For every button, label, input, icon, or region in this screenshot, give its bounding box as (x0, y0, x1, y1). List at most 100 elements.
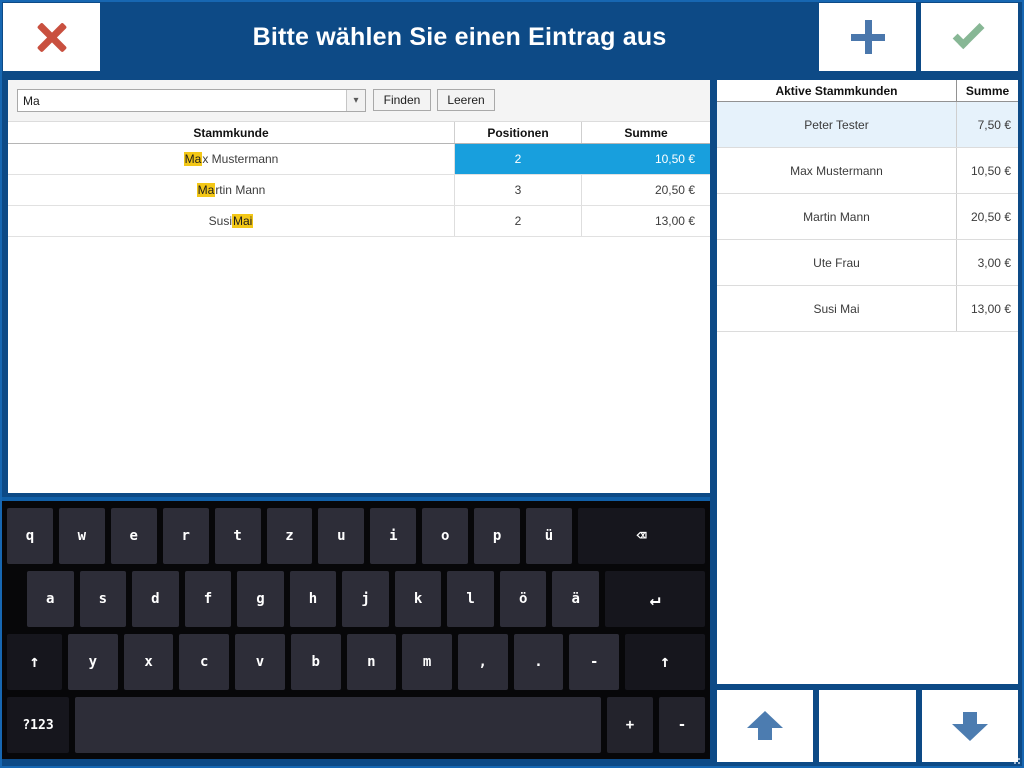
plus-icon (849, 18, 887, 56)
key-r[interactable]: r (163, 508, 209, 564)
list-item[interactable]: Peter Tester 7,50 € (717, 102, 1018, 148)
keyboard-row-1: q w e r t z u i o p ü ⌫ (7, 508, 705, 564)
plus-key[interactable]: + (607, 697, 653, 753)
active-customers-panel: Aktive Stammkunden Summe Peter Tester 7,… (717, 80, 1018, 684)
key-comma[interactable]: , (458, 634, 508, 690)
key-n[interactable]: n (347, 634, 397, 690)
key-b[interactable]: b (291, 634, 341, 690)
key-w[interactable]: w (59, 508, 105, 564)
key-period[interactable]: . (514, 634, 564, 690)
sum-cell[interactable]: 10,50 € (582, 144, 710, 174)
customer-table-header: Stammkunde Positionen Summe (8, 122, 710, 144)
shift-left-key[interactable]: ↑ (7, 634, 62, 690)
key-v[interactable]: v (235, 634, 285, 690)
close-icon (32, 17, 72, 57)
customer-sum: 3,00 € (957, 240, 1018, 285)
key-x[interactable]: x (124, 634, 174, 690)
clear-button[interactable]: Leeren (437, 89, 495, 111)
column-header-positionen: Positionen (455, 122, 582, 143)
find-button[interactable]: Finden (373, 89, 431, 111)
search-toolbar: ▾ Finden Leeren (8, 80, 710, 122)
key-s[interactable]: s (80, 571, 127, 627)
scroll-up-button[interactable] (717, 690, 813, 762)
key-d[interactable]: d (132, 571, 179, 627)
dropdown-button[interactable]: ▾ (346, 90, 365, 111)
key-m[interactable]: m (402, 634, 452, 690)
keyboard-row-3: ↑ y x c v b n m , . - ↑ (7, 634, 705, 690)
key-k[interactable]: k (395, 571, 442, 627)
customer-name-cell[interactable]: Martin Mann (8, 175, 455, 205)
name-text: Susi (209, 214, 232, 228)
customer-name: Max Mustermann (717, 148, 957, 193)
positions-cell[interactable]: 2 (455, 206, 582, 236)
column-header-aktive-stammkunden: Aktive Stammkunden (717, 80, 957, 101)
customer-sum: 13,00 € (957, 286, 1018, 331)
key-ouml[interactable]: ö (500, 571, 547, 627)
key-o[interactable]: o (422, 508, 468, 564)
customer-sum: 20,50 € (957, 194, 1018, 239)
checkmark-icon (952, 17, 984, 49)
key-j[interactable]: j (342, 571, 389, 627)
blank-button[interactable] (819, 690, 916, 762)
key-i[interactable]: i (370, 508, 416, 564)
arrow-down-icon (952, 711, 988, 741)
key-h[interactable]: h (290, 571, 337, 627)
key-p[interactable]: p (474, 508, 520, 564)
keyboard-row-2: a s d f g h j k l ö ä ↵ (7, 571, 705, 627)
list-item[interactable]: Susi Mai 13,00 € (717, 286, 1018, 332)
sum-cell[interactable]: 13,00 € (582, 206, 710, 236)
backspace-key[interactable]: ⌫ (578, 508, 705, 564)
customer-sum: 10,50 € (957, 148, 1018, 193)
minus-key[interactable]: - (659, 697, 705, 753)
confirm-button[interactable] (921, 3, 1018, 71)
arrow-up-icon (747, 711, 783, 741)
shift-right-key[interactable]: ↑ (625, 634, 705, 690)
customer-name-cell[interactable]: Susi Mai (8, 206, 455, 236)
customer-name: Susi Mai (717, 286, 957, 331)
keyboard-row-4: ?123 + - (7, 697, 705, 753)
key-g[interactable]: g (237, 571, 284, 627)
key-uuml[interactable]: ü (526, 508, 572, 564)
list-item[interactable]: Max Mustermann 10,50 € (717, 148, 1018, 194)
chevron-down-icon: ▾ (353, 95, 358, 106)
key-hyphen[interactable]: - (569, 634, 619, 690)
key-f[interactable]: f (185, 571, 232, 627)
customer-name: Ute Frau (717, 240, 957, 285)
name-text: rtin Mann (215, 183, 265, 197)
search-combobox: ▾ (17, 89, 366, 112)
key-y[interactable]: y (68, 634, 118, 690)
table-row[interactable]: Max Mustermann 2 10,50 € (8, 144, 710, 175)
key-auml[interactable]: ä (552, 571, 599, 627)
key-z[interactable]: z (267, 508, 313, 564)
name-highlight: Ma (197, 183, 216, 197)
key-c[interactable]: c (179, 634, 229, 690)
key-u[interactable]: u (318, 508, 364, 564)
active-table-header: Aktive Stammkunden Summe (717, 80, 1018, 102)
resize-grip[interactable] (1010, 754, 1020, 764)
symbols-key[interactable]: ?123 (7, 697, 69, 753)
scroll-down-button[interactable] (922, 690, 1018, 762)
name-highlight: Mai (232, 214, 253, 228)
key-a[interactable]: a (27, 571, 74, 627)
key-q[interactable]: q (7, 508, 53, 564)
space-key[interactable] (75, 697, 601, 753)
customer-table: Stammkunde Positionen Summe Max Musterma… (8, 122, 710, 237)
list-item[interactable]: Ute Frau 3,00 € (717, 240, 1018, 286)
page-title: Bitte wählen Sie einen Eintrag aus (100, 2, 819, 72)
close-button[interactable] (3, 3, 100, 71)
column-header-summe: Summe (582, 122, 710, 143)
virtual-keyboard: q w e r t z u i o p ü ⌫ a s d f g h j k … (2, 497, 710, 759)
table-row[interactable]: Susi Mai 2 13,00 € (8, 206, 710, 237)
positions-cell[interactable]: 3 (455, 175, 582, 205)
sum-cell[interactable]: 20,50 € (582, 175, 710, 205)
positions-cell[interactable]: 2 (455, 144, 582, 174)
enter-key[interactable]: ↵ (605, 571, 705, 627)
key-l[interactable]: l (447, 571, 494, 627)
key-e[interactable]: e (111, 508, 157, 564)
list-item[interactable]: Martin Mann 20,50 € (717, 194, 1018, 240)
table-row[interactable]: Martin Mann 3 20,50 € (8, 175, 710, 206)
search-input[interactable] (18, 90, 346, 111)
customer-name-cell[interactable]: Max Mustermann (8, 144, 455, 174)
add-button[interactable] (819, 3, 916, 71)
key-t[interactable]: t (215, 508, 261, 564)
